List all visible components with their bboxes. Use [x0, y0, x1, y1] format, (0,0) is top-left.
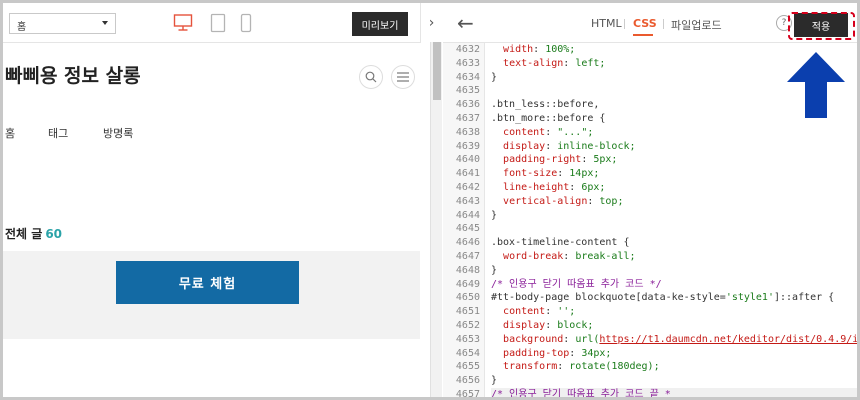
code-line[interactable]: /* 인용구 닫기 따옴표 추가 코드 끝 *: [491, 387, 857, 397]
code-line[interactable]: line-height: 6px;: [491, 181, 857, 195]
code-line[interactable]: display: inline-block;: [491, 140, 857, 154]
chevron-right-icon: ›: [428, 15, 435, 31]
collapse-toggle[interactable]: ›: [420, 3, 442, 43]
code-line[interactable]: padding-right: 5px;: [491, 153, 857, 167]
code-line[interactable]: padding-top: 34px;: [491, 347, 857, 361]
preview-pane: 홈 미리보기 빠삐용 정보 살롱 홈 태그 방명록 전체 글60 무료 체험: [3, 3, 420, 397]
line-number: 4644: [455, 209, 480, 221]
hamburger-icon: [397, 72, 409, 82]
line-number: 4636: [455, 99, 480, 111]
nav-tags[interactable]: 태그: [48, 125, 68, 141]
blog-title[interactable]: 빠삐용 정보 살롱: [5, 61, 141, 88]
line-number: 4647: [455, 250, 480, 262]
line-number: 4652: [455, 319, 480, 331]
promo-banner: 무료 체험: [3, 251, 420, 339]
search-button[interactable]: [359, 65, 383, 89]
free-trial-button[interactable]: 무료 체험: [116, 261, 299, 304]
tab-html[interactable]: HTML: [591, 17, 622, 30]
code-line[interactable]: .box-timeline-content {: [491, 236, 857, 250]
apply-button-highlight: [788, 12, 855, 40]
desktop-icon[interactable]: [173, 13, 193, 33]
tab-divider: [624, 19, 625, 29]
nav-guestbook[interactable]: 방명록: [103, 125, 133, 141]
tab-css[interactable]: CSS: [633, 17, 657, 36]
preview-scrollbar[interactable]: [430, 42, 442, 397]
code-line[interactable]: /* 인용구 닫기 따옴표 추가 코드 */: [491, 278, 857, 292]
code-line[interactable]: font-size: 14px;: [491, 167, 857, 181]
code-line[interactable]: content: "...";: [491, 126, 857, 140]
tab-file-upload[interactable]: 파일업로드: [671, 17, 722, 33]
code-line[interactable]: [491, 222, 857, 236]
line-number: 4637: [455, 112, 480, 124]
line-number: 4656: [455, 375, 480, 387]
code-line[interactable]: background: url(https://t1.daumcdn.net/k…: [491, 333, 857, 347]
line-number: 4645: [455, 223, 480, 235]
line-number: 4641: [455, 168, 480, 180]
code-line[interactable]: }: [491, 374, 857, 388]
post-count-label: 전체 글: [5, 227, 43, 241]
line-number: 4643: [455, 195, 480, 207]
scrollbar-thumb[interactable]: [433, 42, 441, 100]
line-number: 4654: [455, 347, 480, 359]
post-count-number: 60: [45, 227, 63, 241]
line-number: 4634: [455, 71, 480, 83]
code-line[interactable]: word-break: break-all;: [491, 250, 857, 264]
tab-divider: [663, 19, 664, 29]
line-number: 4650: [455, 292, 480, 304]
code-line[interactable]: display: block;: [491, 319, 857, 333]
code-line[interactable]: transform: rotate(180deg);: [491, 360, 857, 374]
line-number-gutter: 4632 4633 4634 4635 4636 4637 4638 4639 4640 4641…: [443, 43, 485, 397]
mobile-icon[interactable]: [240, 13, 252, 33]
line-number: 4653: [455, 333, 480, 345]
code-line[interactable]: #tt-body-page blockquote[data-ke-style='…: [491, 291, 857, 305]
line-number: 4632: [455, 44, 480, 55]
line-number: 4639: [455, 140, 480, 152]
chevron-down-icon: [102, 21, 108, 25]
up-arrow-annotation-icon: [787, 52, 845, 118]
line-number: 4642: [455, 181, 480, 193]
line-number: 4638: [455, 126, 480, 138]
tab-css-label: CSS: [633, 17, 657, 30]
post-count: 전체 글 60: [5, 225, 62, 242]
code-line[interactable]: content: '';: [491, 305, 857, 319]
line-number: 4640: [455, 154, 480, 166]
code-line[interactable]: }: [491, 209, 857, 223]
back-arrow-icon[interactable]: ←: [457, 11, 474, 35]
page-select[interactable]: 홈: [9, 13, 116, 34]
search-icon: [365, 71, 377, 83]
line-number: 4648: [455, 264, 480, 276]
nav-home[interactable]: 홈: [5, 125, 15, 141]
line-number: 4651: [455, 306, 480, 318]
tablet-icon[interactable]: [210, 13, 226, 33]
line-number: 4635: [455, 85, 480, 97]
line-number: 4657: [455, 388, 480, 397]
line-number: 4633: [455, 57, 480, 69]
line-number: 4655: [455, 361, 480, 373]
active-tab-underline: [633, 34, 653, 36]
page-select-value: 홈: [17, 22, 27, 33]
line-number: 4646: [455, 237, 480, 249]
preview-toolbar: 홈 미리보기: [3, 3, 420, 43]
code-line[interactable]: vertical-align: top;: [491, 195, 857, 209]
menu-button[interactable]: [391, 65, 415, 89]
line-number: 4649: [455, 278, 480, 290]
preview-button[interactable]: 미리보기: [352, 12, 408, 36]
code-line[interactable]: }: [491, 264, 857, 278]
